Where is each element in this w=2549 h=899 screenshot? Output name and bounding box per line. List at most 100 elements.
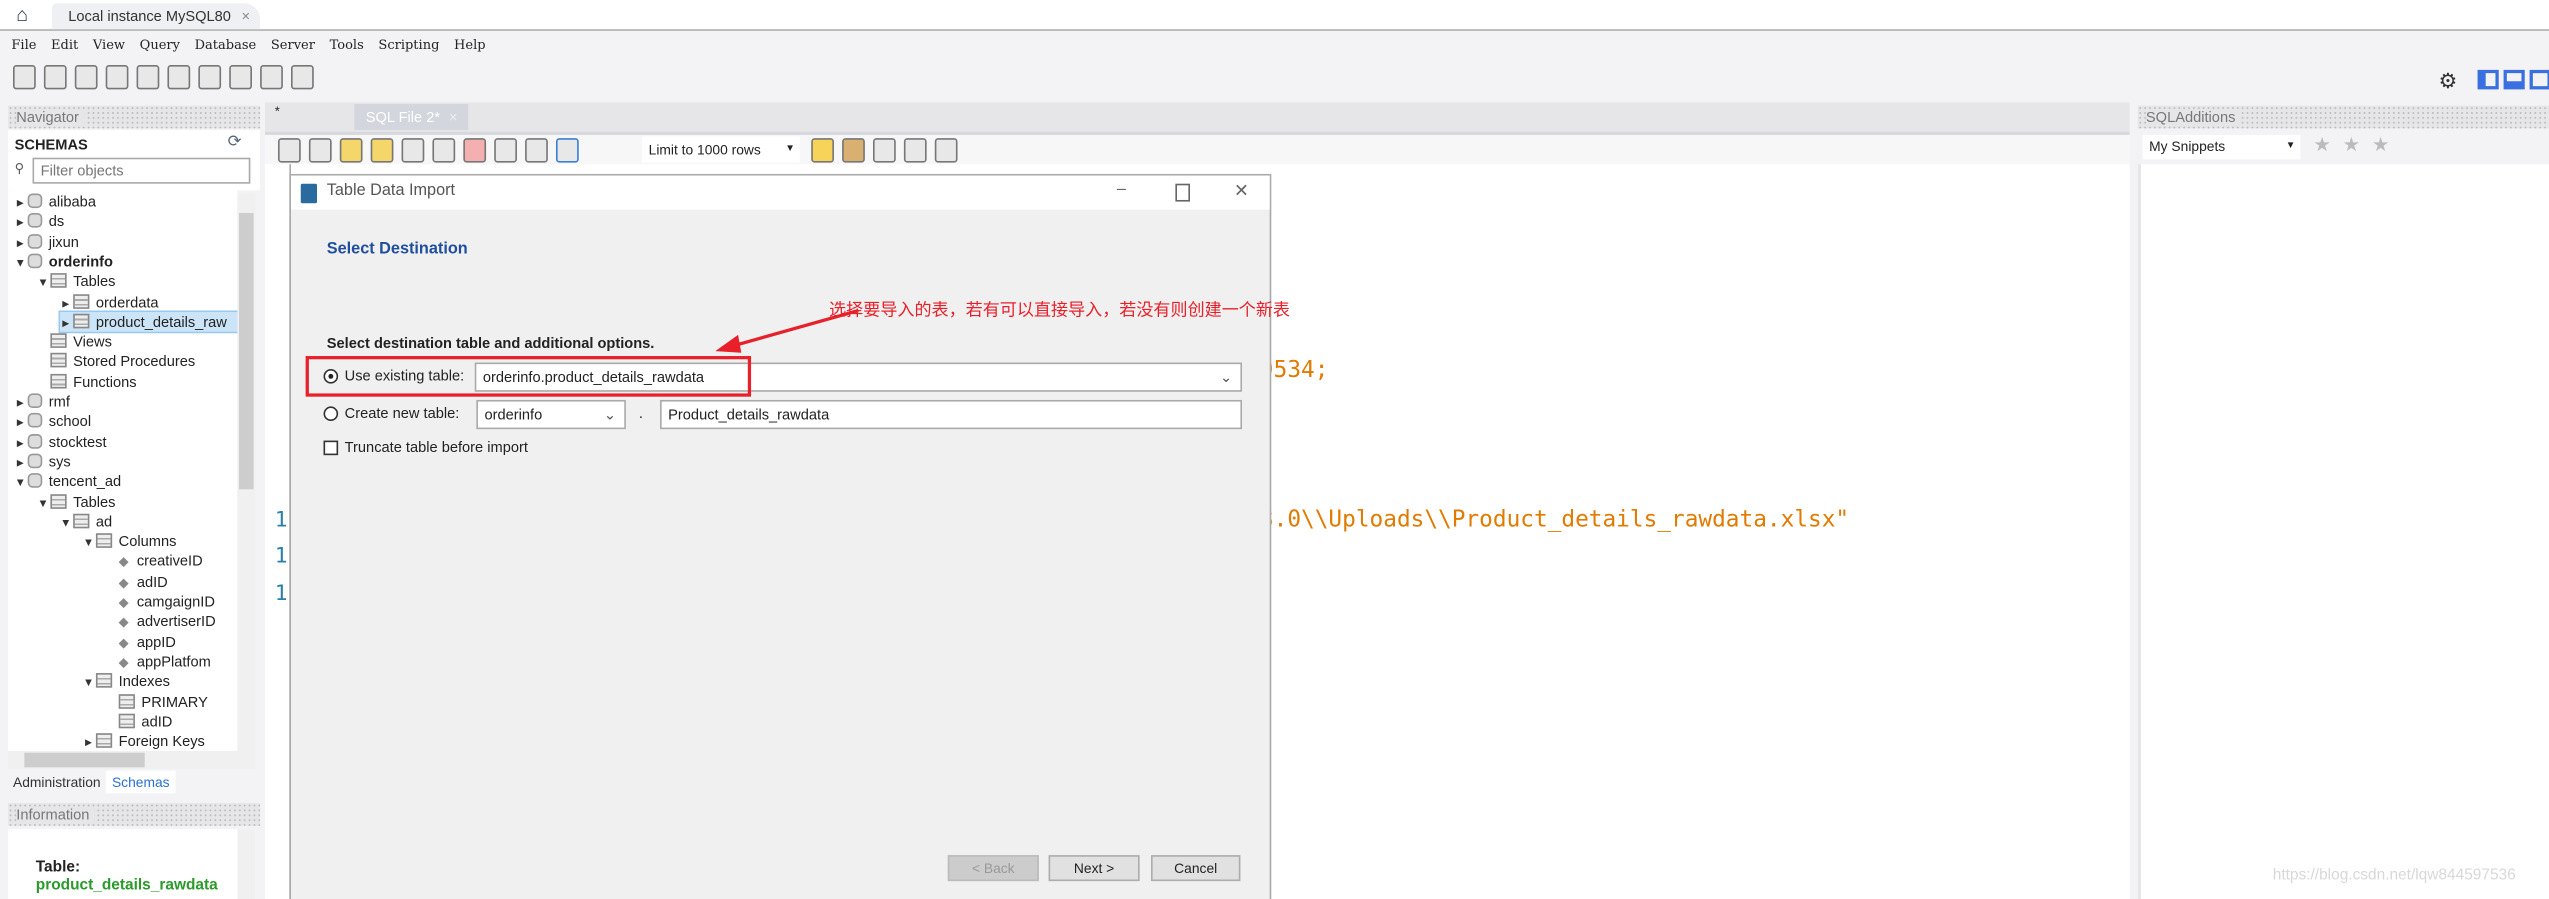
- toggle-error-stop-icon[interactable]: [463, 138, 487, 163]
- tree-item[interactable]: ◆ creativeID: [106, 552, 203, 572]
- collapse-icon[interactable]: ▼: [15, 255, 28, 275]
- execute-current-icon[interactable]: [370, 138, 394, 163]
- tree-item[interactable]: Functions: [37, 372, 137, 392]
- tree-item[interactable]: ▼ Tables: [37, 272, 115, 292]
- filter-objects-input[interactable]: [32, 157, 251, 184]
- execute-icon[interactable]: [339, 138, 363, 163]
- tab-sql-file-2[interactable]: SQL File 2* ×: [354, 104, 469, 131]
- tree-item[interactable]: ► ds: [15, 212, 64, 232]
- cancel-button[interactable]: Cancel: [1150, 855, 1241, 882]
- collapse-icon[interactable]: ▼: [37, 495, 50, 515]
- connection-tab[interactable]: Local instance MySQL80 ×: [52, 3, 261, 30]
- new-table-name-input[interactable]: Product_details_rawdata: [660, 399, 1243, 430]
- menu-server[interactable]: Server: [271, 37, 315, 52]
- collapse-icon[interactable]: ▼: [15, 475, 28, 495]
- tree-item[interactable]: ◆ camgaignID: [106, 592, 215, 612]
- next-button[interactable]: Next >: [1048, 855, 1140, 882]
- add-snippet-icon[interactable]: [811, 138, 834, 163]
- new-sql-tab-icon[interactable]: [13, 65, 36, 90]
- tree-item[interactable]: ► jixun: [15, 232, 79, 252]
- snippets-list[interactable]: [2137, 164, 2549, 899]
- info-scrollbar[interactable]: [237, 829, 256, 899]
- tree-item[interactable]: ► product_details_raw: [58, 310, 239, 333]
- create-view-icon[interactable]: [167, 65, 191, 90]
- replace-snippet-icon[interactable]: ★: [2343, 133, 2361, 156]
- tree-item[interactable]: ▼ ad: [60, 512, 112, 532]
- search-table-data-icon[interactable]: [260, 65, 283, 90]
- tree-item[interactable]: ◆ appPlatfom: [106, 652, 211, 672]
- tree-item[interactable]: ► Foreign Keys: [83, 732, 205, 752]
- limit-rows-select[interactable]: Limit to 1000 rows ▼: [642, 136, 800, 163]
- tree-item[interactable]: Stored Procedures: [37, 352, 195, 372]
- stop-icon[interactable]: [432, 138, 456, 163]
- rollback-icon[interactable]: [525, 138, 548, 163]
- open-sql-script-icon[interactable]: [43, 65, 67, 90]
- collapse-icon[interactable]: ▼: [83, 675, 96, 695]
- collapse-icon[interactable]: ▼: [37, 275, 50, 295]
- snippets-select[interactable]: My Snippets ▼: [2142, 134, 2301, 160]
- create-table-icon[interactable]: [136, 65, 160, 90]
- save-icon[interactable]: [308, 138, 332, 163]
- reconnect-icon[interactable]: [291, 65, 314, 90]
- tree-horizontal-scrollbar[interactable]: [8, 751, 256, 769]
- tree-item[interactable]: ▼ Tables: [37, 492, 115, 512]
- close-icon[interactable]: ×: [449, 109, 458, 125]
- scrollbar-thumb[interactable]: [238, 212, 254, 490]
- tree-item[interactable]: ► sys: [15, 452, 71, 472]
- tree-item[interactable]: ► school: [15, 412, 91, 432]
- open-file-icon[interactable]: [277, 138, 301, 163]
- insert-snippet-icon[interactable]: ★: [2313, 133, 2331, 156]
- tree-item[interactable]: Views: [37, 332, 112, 352]
- tree-item[interactable]: ► orderdata: [60, 292, 159, 312]
- tree-item[interactable]: adID: [106, 712, 172, 732]
- inspector-icon[interactable]: [74, 65, 98, 90]
- copy-snippet-icon[interactable]: ★: [2372, 133, 2390, 156]
- menu-tools[interactable]: Tools: [330, 37, 364, 52]
- scrollbar-thumb[interactable]: [24, 752, 145, 768]
- menu-database[interactable]: Database: [195, 37, 257, 52]
- menu-query[interactable]: Query: [140, 37, 180, 52]
- tree-item[interactable]: ▼ Columns: [83, 532, 176, 555]
- commit-icon[interactable]: [494, 138, 517, 163]
- back-button[interactable]: < Back: [947, 855, 1039, 882]
- menu-help[interactable]: Help: [454, 37, 486, 52]
- tree-item[interactable]: ◆ appID: [106, 632, 176, 652]
- word-wrap-icon[interactable]: [934, 138, 958, 163]
- tree-item[interactable]: ◆ adID: [106, 572, 168, 592]
- tree-item[interactable]: ▼ orderinfo: [15, 252, 113, 272]
- tree-item[interactable]: ▼ tencent_ad: [15, 472, 121, 495]
- create-procedure-icon[interactable]: [198, 65, 222, 90]
- collapse-icon[interactable]: ▼: [83, 535, 96, 555]
- tree-item[interactable]: ◆ advertiserID: [106, 612, 216, 632]
- refresh-icon[interactable]: ⟳: [228, 133, 242, 151]
- create-function-icon[interactable]: [229, 65, 252, 90]
- tree-item[interactable]: PRIMARY: [106, 692, 208, 712]
- toggle-sidebar-icon[interactable]: [2477, 69, 2499, 90]
- menu-file[interactable]: File: [11, 37, 36, 52]
- toggle-secondary-sidebar-icon[interactable]: [2529, 69, 2549, 90]
- truncate-checkbox[interactable]: [323, 440, 339, 456]
- tree-vertical-scrollbar[interactable]: [237, 193, 256, 752]
- schema-select[interactable]: orderinfo ⌄: [476, 399, 626, 430]
- minimize-icon[interactable]: –: [1117, 180, 1126, 198]
- tree-item[interactable]: ► stocktest: [15, 432, 107, 452]
- close-icon[interactable]: ×: [242, 8, 251, 24]
- close-icon[interactable]: ✕: [1234, 180, 1249, 202]
- find-icon[interactable]: [873, 138, 896, 163]
- toggle-output-icon[interactable]: [2503, 69, 2525, 90]
- beautify-icon[interactable]: [842, 138, 865, 163]
- menu-edit[interactable]: Edit: [51, 37, 78, 52]
- settings-gear-icon[interactable]: ⚙: [2439, 68, 2458, 94]
- explain-icon[interactable]: [401, 138, 425, 163]
- tree-item[interactable]: ► rmf: [15, 392, 70, 412]
- collapse-icon[interactable]: ▼: [60, 515, 73, 535]
- create-new-table-radio[interactable]: [323, 406, 339, 422]
- invisible-chars-icon[interactable]: [903, 138, 927, 163]
- autocommit-icon[interactable]: [555, 138, 579, 163]
- menu-scripting[interactable]: Scripting: [378, 37, 439, 52]
- schema-tree[interactable]: ► alibaba ► ds ► jixun ▼ orderinfo ▼ Tables ► order…: [8, 190, 239, 752]
- tree-item[interactable]: ▼ Indexes: [83, 672, 170, 692]
- tab-schemas[interactable]: Schemas: [105, 770, 177, 794]
- create-schema-icon[interactable]: [105, 65, 129, 90]
- home-icon[interactable]: ⌂: [16, 3, 28, 26]
